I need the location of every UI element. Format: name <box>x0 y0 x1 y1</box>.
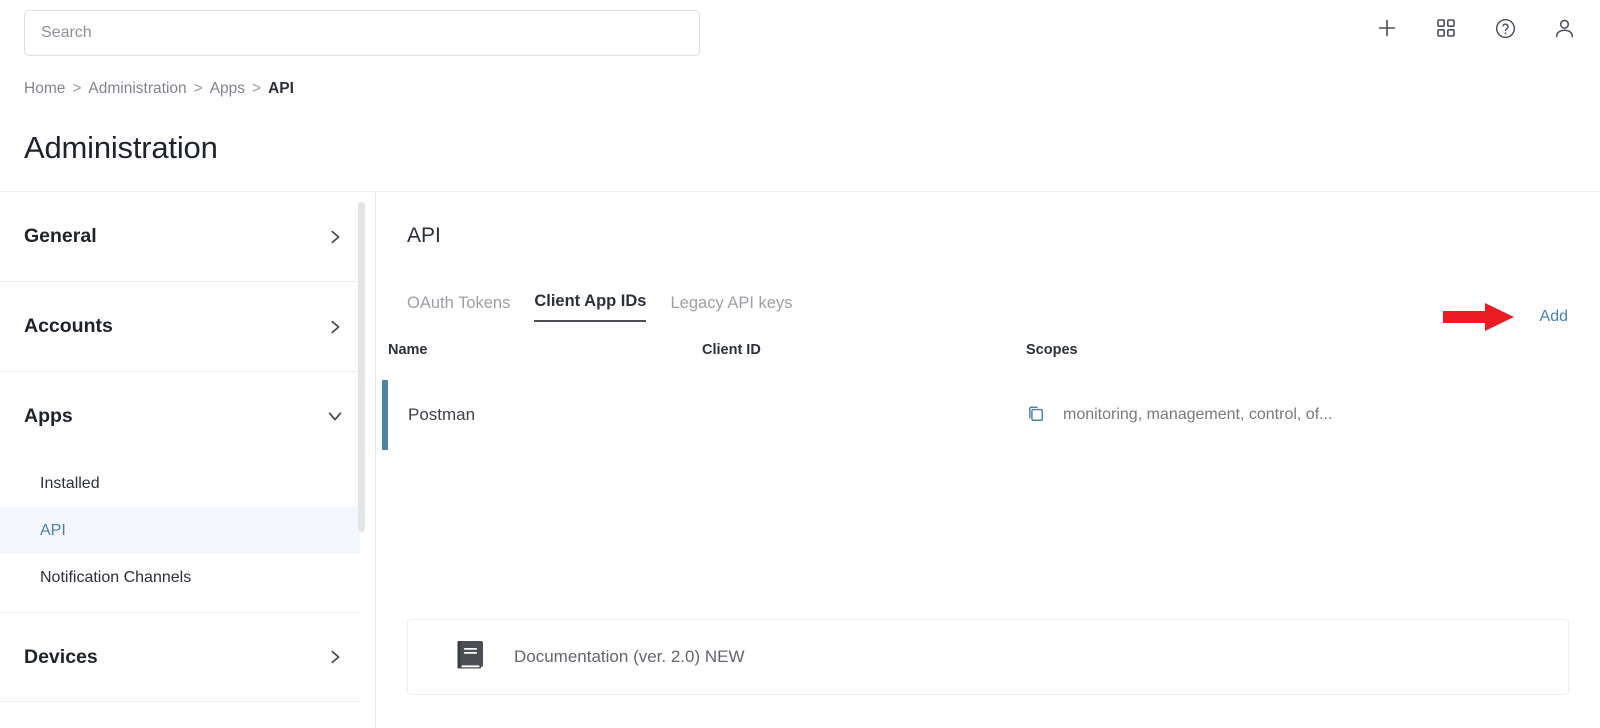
breadcrumb-separator: > <box>252 80 262 97</box>
breadcrumb-item-administration[interactable]: Administration <box>88 80 186 98</box>
tab-client-app-ids[interactable]: Client App IDs <box>534 292 647 322</box>
tab-legacy-api-keys[interactable]: Legacy API keys <box>670 294 792 322</box>
chevron-right-icon <box>326 318 344 336</box>
sidebar-item-label: Notification Channels <box>40 568 192 586</box>
tab-bar: OAuth Tokens Client App IDs Legacy API k… <box>407 292 792 322</box>
content-area: General Accounts Apps Installed API Noti… <box>0 191 1600 728</box>
table-row[interactable]: Postman monitoring, management, control,… <box>376 380 1600 450</box>
cell-app-name: Postman <box>408 405 476 424</box>
breadcrumb-item-api: API <box>268 80 294 97</box>
sidebar-item-label: Installed <box>40 474 100 492</box>
plus-icon[interactable] <box>1373 14 1401 42</box>
chevron-right-icon <box>326 228 344 246</box>
top-bar-actions <box>1373 14 1578 42</box>
breadcrumb-item-home[interactable]: Home <box>24 80 65 98</box>
client-app-ids-table: Name Client ID Scopes Postman monitoring… <box>376 342 1600 450</box>
sidebar-item-label: Devices <box>24 645 98 668</box>
documentation-label: Documentation (ver. 2.0) NEW <box>514 647 745 666</box>
breadcrumb: Home > Administration > Apps > API <box>24 80 294 98</box>
sidebar-item-apps[interactable]: Apps <box>0 372 360 460</box>
cell-scopes: monitoring, management, control, of... <box>1026 405 1600 426</box>
sidebar-item-library[interactable]: Library <box>0 702 360 728</box>
documentation-card[interactable]: Documentation (ver. 2.0) NEW <box>407 619 1569 695</box>
sidebar-item-label: API <box>40 521 66 539</box>
breadcrumb-item-apps[interactable]: Apps <box>210 80 245 98</box>
copy-icon[interactable] <box>1026 405 1047 426</box>
settings-sidebar: General Accounts Apps Installed API Noti… <box>0 191 376 728</box>
sidebar-item-general[interactable]: General <box>0 192 360 282</box>
row-accent-bar <box>382 380 388 450</box>
sidebar-item-devices[interactable]: Devices <box>0 612 360 702</box>
user-account-icon[interactable] <box>1550 14 1578 42</box>
breadcrumb-separator: > <box>193 80 203 97</box>
sidebar-item-label: General <box>24 225 97 247</box>
column-header-scopes: Scopes <box>1026 342 1078 358</box>
chevron-down-icon <box>326 407 344 425</box>
sidebar-item-notification-channels[interactable]: Notification Channels <box>0 554 360 601</box>
chevron-right-icon <box>326 648 344 666</box>
add-button[interactable]: Add <box>1540 308 1568 326</box>
table-header-row: Name Client ID Scopes <box>376 342 1600 358</box>
main-panel: API OAuth Tokens Client App IDs Legacy A… <box>376 191 1600 728</box>
book-icon <box>456 639 486 676</box>
help-circle-icon[interactable] <box>1491 14 1519 42</box>
sidebar-scrollbar-thumb[interactable] <box>358 202 365 532</box>
sidebar-item-installed[interactable]: Installed <box>0 460 360 507</box>
search-input[interactable] <box>24 10 700 56</box>
tab-oauth-tokens[interactable]: OAuth Tokens <box>407 294 510 322</box>
annotation-arrow-icon <box>1443 302 1515 332</box>
sidebar-item-label: Apps <box>24 404 73 427</box>
page-title: Administration <box>24 130 218 165</box>
grid-apps-icon[interactable] <box>1432 14 1460 42</box>
sidebar-item-label: Accounts <box>24 315 113 337</box>
sidebar-item-api[interactable]: API <box>0 507 360 554</box>
column-header-client-id: Client ID <box>702 342 761 358</box>
sidebar-scrollbar[interactable] <box>358 200 365 722</box>
top-bar <box>0 0 1600 68</box>
section-title: API <box>407 224 441 247</box>
scopes-text: monitoring, management, control, of... <box>1063 406 1333 423</box>
breadcrumb-separator: > <box>72 80 82 97</box>
sidebar-item-accounts[interactable]: Accounts <box>0 282 360 372</box>
column-header-name: Name <box>388 342 428 358</box>
